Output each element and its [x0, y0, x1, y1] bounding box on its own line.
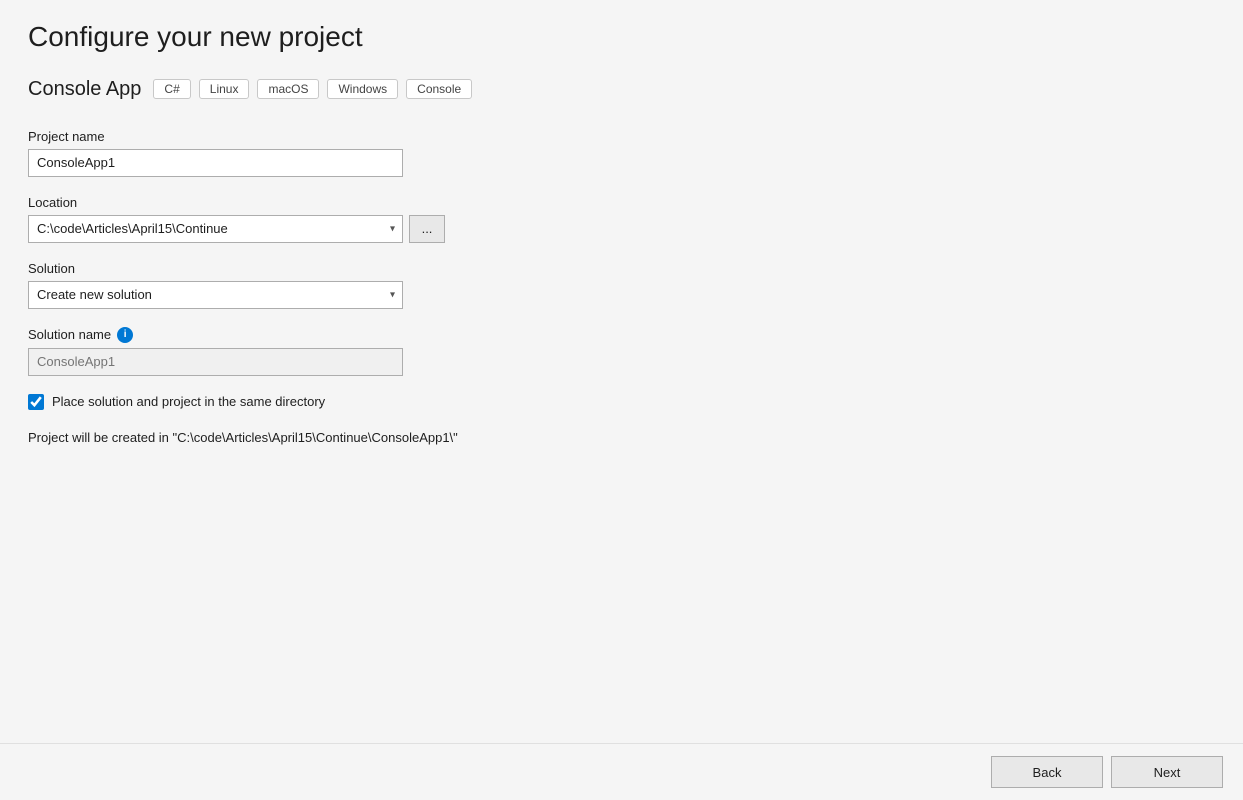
- solution-select[interactable]: Create new solution Add to solution: [28, 281, 403, 309]
- same-directory-checkbox[interactable]: [28, 394, 44, 410]
- tag-console: Console: [406, 79, 472, 99]
- location-select[interactable]: C:\code\Articles\April15\Continue: [28, 215, 403, 243]
- location-section: Location C:\code\Articles\April15\Contin…: [28, 195, 1215, 243]
- next-button[interactable]: Next: [1111, 756, 1223, 788]
- bottom-bar: Back Next: [0, 743, 1243, 800]
- solution-label: Solution: [28, 261, 1215, 276]
- page-container: Configure your new project Console App C…: [0, 0, 1243, 800]
- project-path-info: Project will be created in "C:\code\Arti…: [28, 430, 1215, 445]
- info-icon[interactable]: i: [117, 327, 133, 343]
- tag-csharp: C#: [153, 79, 190, 99]
- location-select-wrapper: C:\code\Articles\April15\Continue ▾: [28, 215, 403, 243]
- project-name-label: Project name: [28, 129, 1215, 144]
- solution-name-section: Solution name i: [28, 327, 1215, 376]
- project-name-input[interactable]: [28, 149, 403, 177]
- location-row: C:\code\Articles\April15\Continue ▾ ...: [28, 215, 1215, 243]
- app-type-name: Console App: [28, 78, 141, 101]
- same-directory-row: Place solution and project in the same d…: [28, 394, 1215, 410]
- same-directory-label[interactable]: Place solution and project in the same d…: [52, 394, 325, 409]
- solution-name-input[interactable]: [28, 348, 403, 376]
- app-type-row: Console App C# Linux macOS Windows Conso…: [28, 78, 1215, 101]
- back-button[interactable]: Back: [991, 756, 1103, 788]
- page-title: Configure your new project: [28, 20, 1215, 54]
- solution-name-label: Solution name i: [28, 327, 1215, 343]
- tag-linux: Linux: [199, 79, 250, 99]
- location-label: Location: [28, 195, 1215, 210]
- solution-section: Solution Create new solution Add to solu…: [28, 261, 1215, 309]
- tag-macos: macOS: [257, 79, 319, 99]
- tag-windows: Windows: [327, 79, 398, 99]
- solution-select-wrapper: Create new solution Add to solution ▾: [28, 281, 403, 309]
- browse-button[interactable]: ...: [409, 215, 445, 243]
- project-name-section: Project name: [28, 129, 1215, 177]
